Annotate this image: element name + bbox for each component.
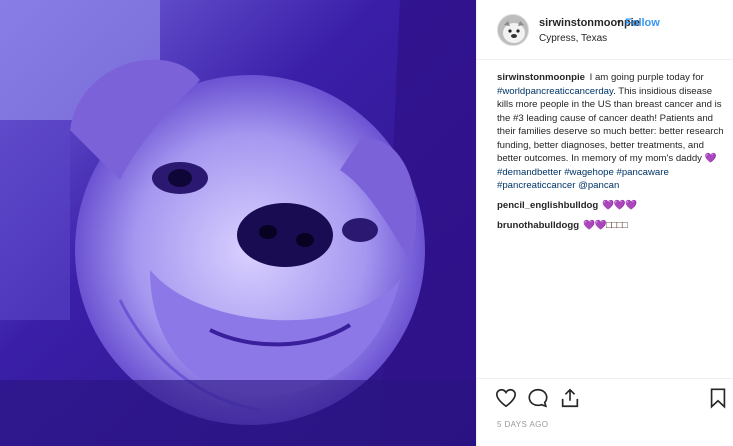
hashtag-link[interactable]: #wagehope (564, 167, 614, 178)
comment-item: brunothabulldogg 💜💜□□□□ (497, 219, 727, 233)
bookmark-icon[interactable] (707, 387, 729, 409)
follow-button[interactable]: Follow (625, 17, 660, 29)
heart-icon[interactable] (495, 387, 517, 409)
hashtag-link[interactable]: #demandbetter (497, 167, 562, 178)
bulldog-photo (0, 0, 476, 446)
post-actions (477, 378, 733, 414)
mention-link[interactable]: @pancan (578, 180, 619, 191)
comment-text: 💜💜💜 (602, 199, 637, 211)
share-icon[interactable] (559, 387, 581, 409)
post-caption: sirwinstonmoonpie I am going purple toda… (497, 71, 727, 193)
hashtag-link[interactable]: #worldpancreaticcancerday (497, 86, 613, 97)
post-side-panel: sirwinstonmoonpie • Follow Cypress, Texa… (476, 0, 733, 446)
post-location[interactable]: Cypress, Texas (539, 33, 607, 44)
comment-username[interactable]: brunothabulldogg (497, 220, 579, 231)
comment-item: pencil_englishbulldog 💜💜💜 (497, 199, 727, 213)
caption-text: . This insidious disease kills more peop… (497, 85, 724, 165)
comments-section: sirwinstonmoonpie I am going purple toda… (497, 71, 727, 240)
separator-dot: • (617, 16, 621, 28)
caption-username[interactable]: sirwinstonmoonpie (497, 72, 585, 83)
comment-icon[interactable] (527, 387, 549, 409)
hashtag-link[interactable]: #pancreaticcancer (497, 180, 575, 191)
post-header: sirwinstonmoonpie • Follow Cypress, Texa… (477, 0, 733, 60)
post-photo[interactable] (0, 0, 476, 446)
comment-text: 💜💜□□□□ (583, 220, 628, 231)
comment-username[interactable]: pencil_englishbulldog (497, 200, 598, 211)
bulldog-avatar-icon[interactable] (497, 14, 529, 46)
hashtag-link[interactable]: #pancaware (617, 167, 669, 178)
post-date: 5 DAYS AGO (497, 420, 549, 429)
caption-text: I am going purple today for (586, 72, 704, 83)
